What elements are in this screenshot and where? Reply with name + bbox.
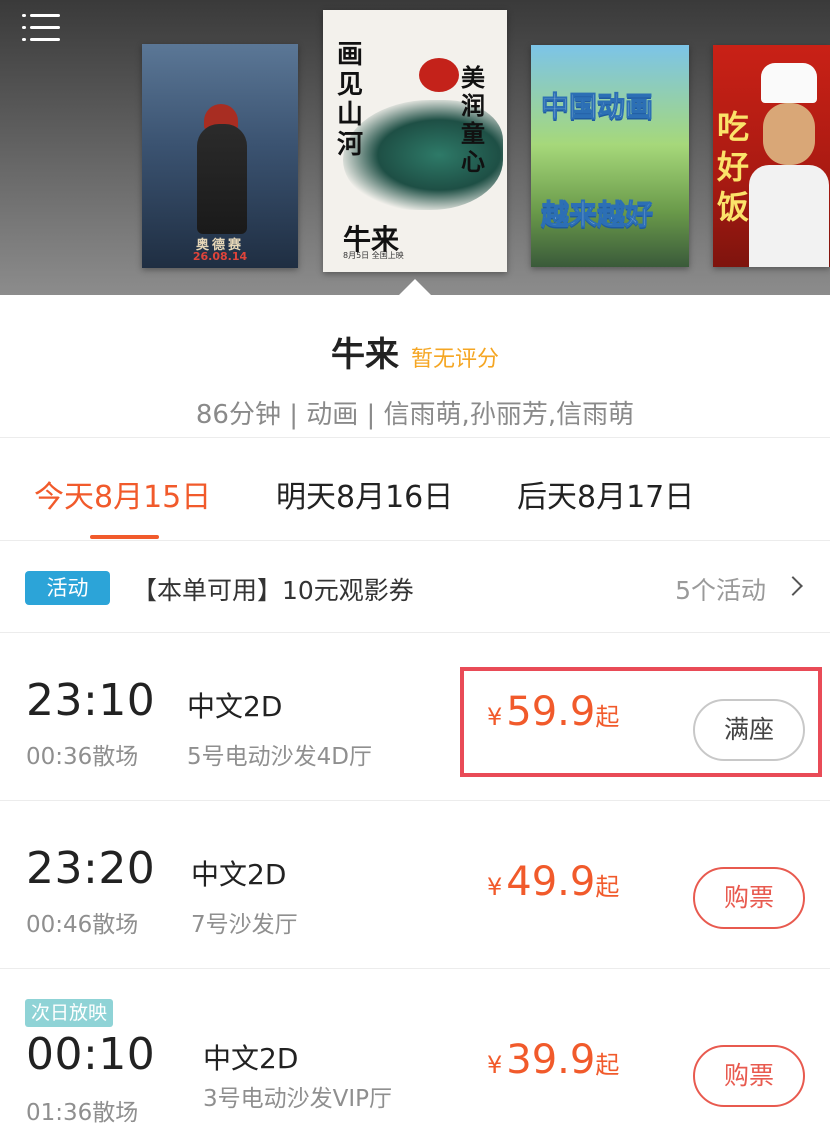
buy-ticket-button[interactable]: 购票 [693, 1045, 805, 1107]
movie-rating: 暂无评分 [410, 347, 499, 372]
price-suffix: 起 [595, 1051, 620, 1079]
show-start-time: 00:10 [26, 1029, 156, 1080]
show-hall: 5号电动沙发4D厅 [187, 744, 372, 770]
show-end-time: 00:46散场 [26, 912, 139, 938]
show-language: 中文2D [187, 690, 283, 723]
show-price: ¥39.9起 [487, 1037, 619, 1083]
poster-title: 中国动画 [540, 90, 654, 124]
showtime-row[interactable]: 23:10 00:36散场 中文2D 5号电动沙发4D厅 ¥59.9起 满座 [0, 633, 830, 801]
poster-art [197, 124, 247, 234]
next-day-badge: 次日放映 [25, 999, 114, 1027]
poster-date: 26.08.14 [192, 250, 248, 263]
show-language: 中文2D [191, 858, 287, 891]
poster-art [419, 58, 459, 92]
price-suffix: 起 [595, 873, 620, 901]
poster-art [763, 103, 815, 165]
currency-symbol: ¥ [487, 1051, 503, 1079]
showtime-row[interactable]: 次日放映 00:10 01:36散场 中文2D 3号电动沙发VIP厅 ¥39.9… [0, 969, 830, 1134]
poster-title: 吃好饭 [717, 108, 750, 226]
poster-title: 越来越好 [540, 198, 654, 232]
buy-ticket-button[interactable]: 购票 [693, 867, 805, 929]
poster-chinese-animation[interactable]: 中国动画 越来越好 [531, 45, 689, 267]
poster-art [749, 165, 829, 267]
price-value: 39.9 [506, 1037, 596, 1083]
price-value: 49.9 [506, 859, 596, 905]
movie-meta: 86分钟 | 动画 | 信雨萌,孙丽芳,信雨萌 [195, 400, 635, 430]
promo-count: 5个活动 [675, 576, 766, 605]
highlight-box [460, 667, 822, 777]
poster-odyssey[interactable]: 奥德赛 26.08.14 [142, 44, 298, 268]
currency-symbol: ¥ [487, 873, 503, 901]
poster-eat-well[interactable]: 吃好饭 [713, 45, 830, 267]
date-tabs: 今天8月15日 明天8月16日 后天8月17日 [0, 438, 830, 541]
show-language: 中文2D [203, 1042, 299, 1075]
show-start-time: 23:20 [26, 843, 156, 894]
show-start-time: 23:10 [26, 675, 156, 726]
tab-day-after[interactable]: 后天8月17日 [517, 472, 694, 516]
tab-today[interactable]: 今天8月15日 [34, 472, 211, 516]
show-hall: 7号沙发厅 [191, 912, 298, 938]
show-end-time: 01:36散场 [26, 1100, 139, 1126]
show-end-time: 00:36散场 [26, 744, 139, 770]
poster-niulai-selected[interactable]: 画见山河 美润童心 牛来 8月5日 全国上映 [323, 10, 507, 272]
promo-row[interactable]: 活动 【本单可用】10元观影券 5个活动 [0, 541, 830, 633]
poster-art [761, 63, 817, 103]
movie-info: 牛来 暂无评分 86分钟 | 动画 | 信雨萌,孙丽芳,信雨萌 [0, 295, 830, 438]
poster-title: 美润童心 [461, 63, 485, 176]
showtime-row[interactable]: 23:20 00:46散场 中文2D 7号沙发厅 ¥49.9起 购票 [0, 801, 830, 969]
show-price: ¥49.9起 [487, 859, 619, 905]
promo-badge: 活动 [25, 571, 110, 605]
tab-tomorrow[interactable]: 明天8月16日 [276, 472, 453, 516]
show-hall: 3号电动沙发VIP厅 [203, 1086, 393, 1112]
poster-carousel: 奥德赛 26.08.14 画见山河 美润童心 牛来 8月5日 全国上映 中国动画… [0, 0, 830, 295]
selected-pointer-icon [398, 279, 432, 295]
promo-text: 【本单可用】10元观影券 [132, 576, 414, 605]
active-tab-indicator [90, 535, 159, 539]
poster-date: 8月5日 全国上映 [343, 251, 404, 260]
menu-icon[interactable] [22, 12, 60, 44]
movie-title: 牛来 [330, 335, 399, 375]
chevron-right-icon [783, 576, 803, 596]
poster-title: 画见山河 [337, 40, 364, 160]
